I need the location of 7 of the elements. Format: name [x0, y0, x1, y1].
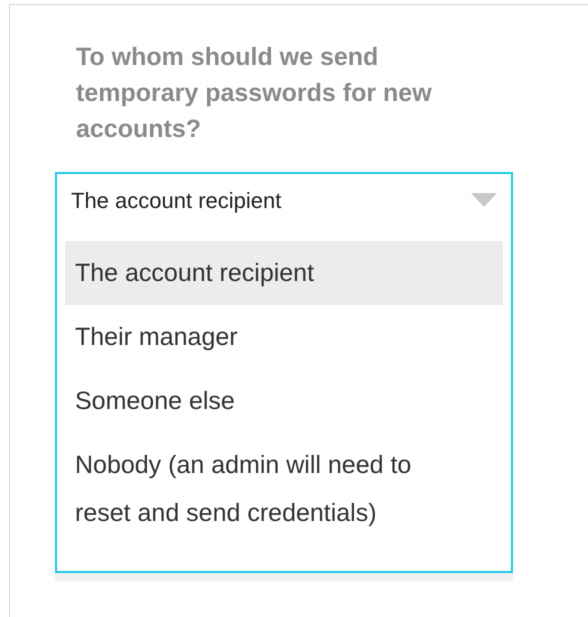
dropdown-option[interactable]: Someone else: [65, 369, 503, 433]
question-text: To whom should we send temporary passwords for new accounts?: [76, 42, 433, 145]
caret-icon: [471, 193, 497, 207]
dropdown-value: The account recipient: [71, 186, 282, 215]
dropdown-option[interactable]: The account recipient: [65, 241, 503, 305]
dropdown-option[interactable]: Their manager: [65, 305, 503, 369]
dropdown-option[interactable]: Nobody (an admin will need to reset and send credentials): [65, 433, 503, 545]
